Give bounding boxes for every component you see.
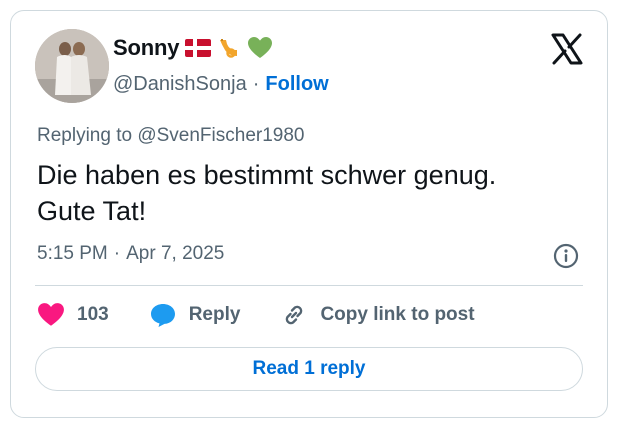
action-bar: 103 Reply Copy link to post xyxy=(37,301,515,329)
green-heart-icon xyxy=(248,37,273,58)
author-handle[interactable]: @DanishSonja xyxy=(113,73,247,96)
copy-link-label: Copy link to post xyxy=(320,304,475,325)
divider xyxy=(35,285,583,286)
copy-link-button[interactable]: Copy link to post xyxy=(280,301,475,329)
tweet-text: Die haben es bestimmt schwer genug. Gute… xyxy=(37,157,577,229)
follow-button[interactable]: Follow xyxy=(265,73,328,96)
avatar[interactable] xyxy=(35,29,109,103)
horn-icon xyxy=(220,39,238,58)
link-icon xyxy=(286,305,303,325)
like-button[interactable]: 103 xyxy=(37,302,109,328)
read-replies-button[interactable]: Read 1 reply xyxy=(35,347,583,391)
avatar-image xyxy=(35,29,109,103)
tweet-time: 5:15 PM xyxy=(37,243,108,264)
reply-label: Reply xyxy=(188,304,241,325)
replying-to[interactable]: Replying to @SvenFischer1980 xyxy=(37,125,304,147)
danish-flag-icon xyxy=(185,39,212,57)
read-replies-label: Read 1 reply xyxy=(252,358,366,379)
reply-bubble-icon xyxy=(150,304,175,327)
handle-row: @DanishSonja · Follow xyxy=(113,73,329,96)
author-header: Sonny xyxy=(113,35,273,61)
reply-button[interactable]: Reply xyxy=(149,302,241,328)
timestamp[interactable]: 5:15 PM · Apr 7, 2025 xyxy=(37,243,224,265)
author-name[interactable]: Sonny xyxy=(113,35,179,61)
tweet-date: Apr 7, 2025 xyxy=(126,243,225,264)
heart-icon xyxy=(38,303,64,326)
tweet-card: Sonny @DanishSonja · Follow Replying to … xyxy=(10,10,608,418)
tweet-text-line-2: Gute Tat! xyxy=(37,196,147,226)
info-icon[interactable] xyxy=(553,243,579,269)
tweet-text-line-1: Die haben es bestimmt schwer genug. xyxy=(37,160,497,190)
like-count: 103 xyxy=(77,304,109,325)
x-logo-icon[interactable] xyxy=(549,31,585,67)
timestamp-separator: · xyxy=(113,243,121,264)
separator-dot: · xyxy=(252,73,260,95)
